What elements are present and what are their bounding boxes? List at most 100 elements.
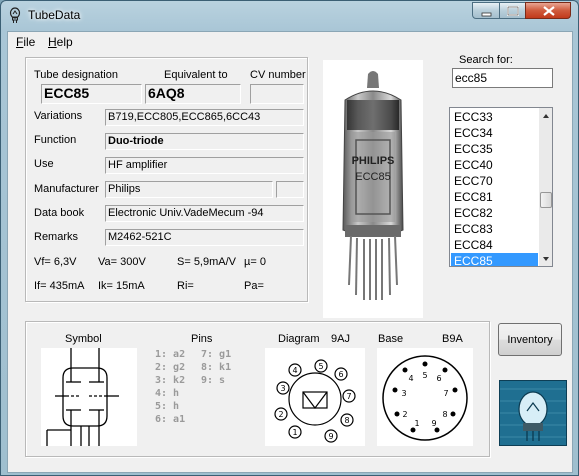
maximize-icon [507,6,519,16]
ri-value: Ri= [177,280,194,292]
list-item[interactable]: ECC81 [451,189,538,205]
client-area: File Help Tube designation Equivalent to… [7,31,573,473]
tube-listbox[interactable]: ECC33 ECC34 ECC35 ECC40 ECC70 ECC81 ECC82 ECC83… [449,107,553,267]
search-label: Search for: [459,54,513,66]
list-item[interactable]: ECC40 [451,157,538,173]
svg-text:6: 6 [436,374,441,383]
base-diagram-icon: 54 6 3 7 2 8 1 9 [382,355,468,441]
manufacturer-field[interactable]: Philips [105,181,273,198]
svg-text:3: 3 [401,389,406,398]
use-label: Use [34,158,54,170]
symbol-label: Symbol [65,333,102,345]
list-item[interactable]: ECC70 [451,173,538,189]
svg-text:2: 2 [278,410,283,419]
pin-entry: 9: s [201,375,226,386]
diagram-code: 9AJ [331,333,350,345]
list-item[interactable]: ECC85 [451,253,538,266]
app-window: TubeData File Help Tube designation Equi… [0,0,579,476]
remarks-label: Remarks [34,231,79,243]
svg-text:1: 1 [292,428,297,437]
if-value: If= 435mA [34,280,85,292]
va-value: Va= 300V [98,256,146,268]
menu-file[interactable]: File [16,35,35,49]
svg-text:7: 7 [346,392,351,401]
use-field[interactable]: HF amplifier [105,157,304,174]
list-scrollbar[interactable] [539,108,553,266]
list-item[interactable]: ECC34 [451,125,538,141]
svg-text:9: 9 [328,432,333,441]
pin-entry: 7: g1 [201,349,232,360]
base-label: Base [378,333,404,345]
pin-diagram-icon: 5 4 6 3 7 2 8 1 9 [274,359,356,443]
photo-brand-text: PHILIPS [352,155,395,167]
svg-text:4: 4 [292,366,297,375]
maximize-button[interactable] [499,2,526,19]
designation-field[interactable]: ECC85 [41,84,142,104]
inventory-button[interactable]: Inventory [498,323,562,356]
close-button[interactable] [525,2,571,19]
svg-text:1: 1 [414,419,419,428]
pin-entry: 8: k1 [201,362,232,373]
app-logo-icon [499,380,567,446]
diagram-panel: 5 4 6 3 7 2 8 1 9 [265,348,365,446]
s-value: S= 5,9mA/V [177,256,237,268]
svg-text:7: 7 [443,389,448,398]
pin-entry: 4: h [155,388,180,399]
close-icon [543,6,555,16]
svg-text:2: 2 [402,410,407,419]
pa-value: Pa= [244,280,264,292]
window-title: TubeData [28,8,81,22]
list-item[interactable]: ECC33 [451,109,538,125]
svg-text:8: 8 [442,410,447,419]
list-item[interactable]: ECC84 [451,237,538,253]
cv-number-field[interactable] [250,84,304,104]
app-icon [9,7,21,23]
databook-field[interactable]: Electronic Univ.VadeMecum -94 [105,205,304,222]
photo-type-text: ECC85 [355,171,390,183]
scroll-down-icon[interactable] [539,253,553,265]
manufacturer-code-field[interactable] [276,181,304,198]
scrollbar-thumb[interactable] [540,192,552,208]
svg-text:9: 9 [431,419,436,428]
minimize-button[interactable] [472,2,500,19]
menu-bar: File Help [8,32,572,51]
pin-entry: 3: k2 [155,375,186,386]
ik-value: Ik= 15mA [98,280,145,292]
mu-value: µ= 0 [244,256,266,268]
list-item[interactable]: ECC83 [451,221,538,237]
manufacturer-label: Manufacturer [34,183,99,195]
variations-field[interactable]: B719,ECC805,ECC865,6CC43 [105,109,304,126]
tube-info-group: Tube designation Equivalent to CV number… [25,57,308,302]
databook-label: Data book [34,207,85,219]
list-item[interactable]: ECC35 [451,141,538,157]
pin-entry: 5: h [155,401,180,412]
list-item[interactable]: ECC82 [451,205,538,221]
pin-entry: 6: a1 [155,414,186,425]
designation-label: Tube designation [34,69,118,81]
diagram-label: Diagram [278,333,320,345]
svg-text:5: 5 [422,371,427,380]
tube-photo: PHILIPS ECC85 [323,60,423,318]
svg-text:6: 6 [338,370,343,379]
scroll-up-icon[interactable] [539,110,553,122]
pin-entry: 1: a2 [155,349,186,360]
search-input[interactable] [452,68,553,88]
pin-entry: 2: g2 [155,362,186,373]
title-bar[interactable]: TubeData [1,1,578,29]
function-field[interactable]: Duo-triode [105,133,304,150]
remarks-field[interactable]: M2462-521C [105,229,304,246]
svg-text:5: 5 [318,362,323,371]
triode-symbol-icon [46,348,119,446]
svg-text:4: 4 [408,374,413,383]
base-code: B9A [442,333,463,345]
menu-help[interactable]: Help [48,35,73,49]
base-panel: 54 6 3 7 2 8 1 9 [377,348,473,446]
minimize-icon [481,12,492,17]
symbol-panel [41,348,137,446]
equivalent-label: Equivalent to [164,69,228,81]
svg-text:8: 8 [344,416,349,425]
function-label: Function [34,134,77,146]
svg-text:3: 3 [280,384,285,393]
variations-label: Variations [34,110,83,122]
equivalent-field[interactable]: 6AQ8 [145,84,241,104]
